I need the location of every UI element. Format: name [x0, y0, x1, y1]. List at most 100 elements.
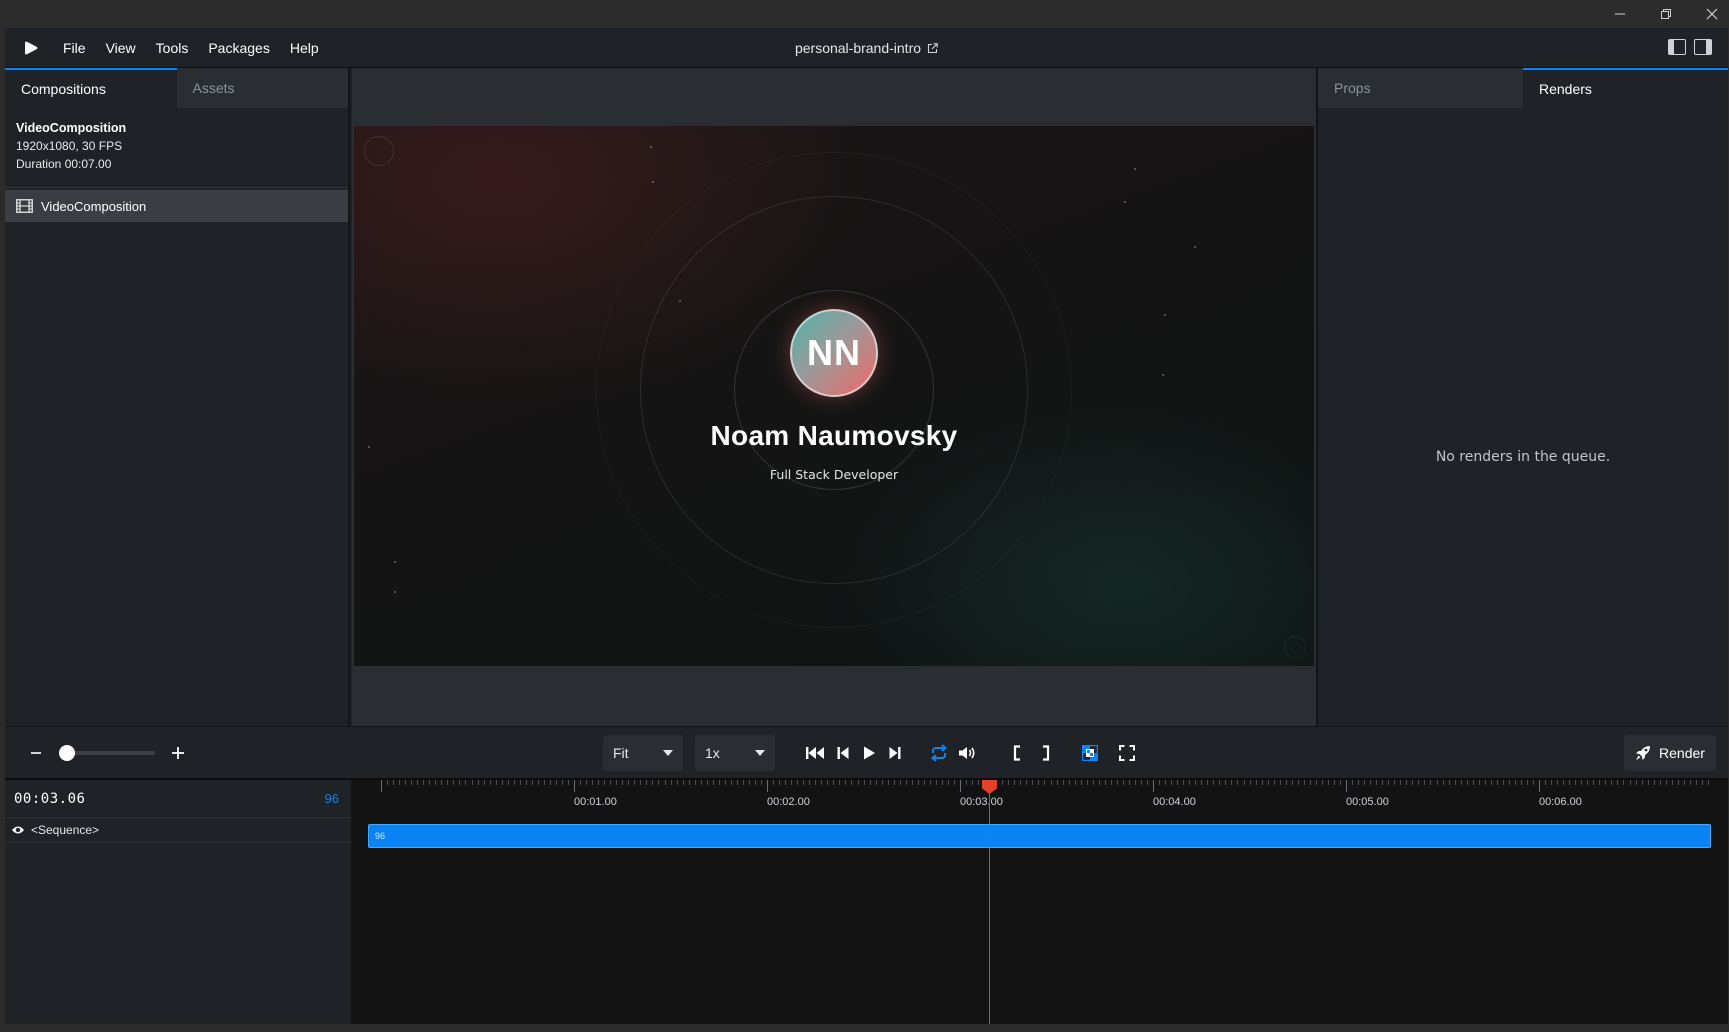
ruler-tick: [622, 780, 624, 785]
minimize-icon[interactable]: [1597, 0, 1643, 28]
jump-to-start-button[interactable]: [802, 741, 828, 765]
ruler-tick: [748, 780, 750, 785]
ruler-tick: [899, 780, 901, 785]
checkerboard-toggle-button[interactable]: [1077, 741, 1103, 765]
composition-list-item[interactable]: VideoComposition: [5, 190, 348, 222]
app-logo-icon[interactable]: [19, 36, 43, 60]
zoom-slider-handle[interactable]: [59, 745, 75, 761]
zoom-in-button[interactable]: [167, 742, 189, 764]
toggle-right-sidebar-icon[interactable]: [1694, 39, 1712, 55]
ruler-tick: [1189, 780, 1191, 785]
bracket-right-icon: [1043, 745, 1050, 761]
ruler-tick: [453, 780, 455, 785]
set-in-point-button[interactable]: [1004, 741, 1030, 765]
ruler-tick: [1472, 780, 1474, 785]
ruler-tick: [1291, 780, 1293, 785]
playhead-line[interactable]: [989, 780, 990, 1024]
ruler-tick: [1514, 780, 1516, 785]
zoom-slider[interactable]: [59, 745, 155, 761]
ruler-tick: [851, 780, 853, 785]
ruler-tick: [1315, 780, 1317, 785]
close-icon[interactable]: [1689, 0, 1729, 28]
ruler-tick: [405, 780, 407, 785]
video-canvas[interactable]: NN Noam Naumovsky Full Stack Developer: [354, 126, 1314, 666]
tab-props[interactable]: Props: [1318, 68, 1523, 108]
timeline-ruler[interactable]: 00:01.00 00:02.00 00:03.00 00:04.00 00:0…: [368, 780, 1718, 816]
ruler-tick: [1707, 780, 1709, 785]
restore-icon[interactable]: [1643, 0, 1689, 28]
ruler-tick: [1490, 780, 1492, 785]
menu-packages[interactable]: Packages: [198, 28, 279, 68]
preview-area: NN Noam Naumovsky Full Stack Developer: [352, 68, 1316, 726]
star-dot: [394, 561, 396, 563]
fullscreen-button[interactable]: [1114, 741, 1140, 765]
ruler-tick: [839, 780, 841, 785]
tab-compositions[interactable]: Compositions: [5, 68, 177, 108]
ruler-tick: [911, 780, 913, 785]
previous-frame-button[interactable]: [830, 741, 856, 765]
menu-file[interactable]: File: [53, 28, 96, 68]
ruler-tick: [1207, 780, 1209, 785]
toggle-left-sidebar-icon[interactable]: [1668, 39, 1686, 55]
ruler-tick: [1382, 780, 1384, 785]
menu-help[interactable]: Help: [280, 28, 329, 68]
speed-select[interactable]: 1x: [695, 735, 775, 771]
zoom-out-button[interactable]: [25, 742, 47, 764]
menu-view[interactable]: View: [96, 28, 146, 68]
render-button-label: Render: [1659, 745, 1705, 761]
sequence-track-bar[interactable]: 96: [368, 824, 1711, 848]
mute-toggle-button[interactable]: [955, 741, 981, 765]
frame-counter: 96: [324, 791, 339, 806]
ruler-tick: [1466, 780, 1468, 785]
render-button[interactable]: Render: [1624, 735, 1716, 771]
ruler-tick: [574, 780, 575, 792]
next-frame-button[interactable]: [882, 741, 908, 765]
ruler-tick: [1243, 780, 1245, 785]
ruler-tick: [767, 780, 768, 792]
ruler-tick: [477, 780, 479, 785]
hero-role: Full Stack Developer: [769, 467, 899, 482]
star-dot: [1134, 168, 1136, 170]
size-select[interactable]: Fit: [603, 735, 683, 771]
ruler-tick: [586, 780, 588, 785]
tab-assets[interactable]: Assets: [176, 68, 348, 108]
composition-info-resolution: 1920x1080, 30 FPS: [16, 139, 123, 153]
ruler-tick: [754, 780, 756, 785]
ruler-tick: [1068, 780, 1070, 785]
timecode[interactable]: 00:03.06: [14, 791, 85, 807]
tab-renders[interactable]: Renders: [1523, 68, 1728, 108]
ruler-tick: [513, 780, 515, 785]
ruler-tick: [1460, 780, 1462, 785]
ruler-tick: [387, 780, 388, 785]
ruler-tick: [875, 780, 877, 785]
ruler-tick: [1526, 780, 1528, 785]
external-link-icon[interactable]: [927, 42, 938, 54]
right-panel: Props Renders No renders in the queue.: [1316, 68, 1728, 726]
project-title[interactable]: personal-brand-intro: [795, 40, 921, 56]
menu-tools[interactable]: Tools: [146, 28, 199, 68]
ruler-tick: [580, 780, 581, 785]
track-header[interactable]: <Sequence>: [5, 818, 351, 843]
renders-empty-message: No renders in the queue.: [1435, 449, 1611, 465]
ruler-tick: [803, 780, 805, 785]
loop-toggle-button[interactable]: [926, 741, 952, 765]
ruler-tick: [1171, 780, 1173, 785]
ruler-tick: [1352, 780, 1353, 785]
ruler-tick: [531, 780, 533, 785]
eye-icon[interactable]: [11, 825, 25, 835]
ruler-tick: [960, 780, 961, 792]
ruler-tick: [1153, 780, 1154, 792]
set-out-point-button[interactable]: [1033, 741, 1059, 765]
ruler-tick: [1002, 780, 1004, 785]
star-dot: [650, 146, 652, 148]
ruler-tick: [549, 780, 551, 785]
ruler-tick: [1605, 780, 1607, 785]
ruler-tick: [682, 780, 684, 785]
ruler-tick: [905, 780, 907, 785]
ruler-tick: [917, 780, 919, 785]
bracket-left-icon: [1013, 745, 1020, 761]
play-button[interactable]: [856, 741, 882, 765]
ruler-tick: [742, 780, 744, 785]
timeline-zoom: [25, 741, 189, 765]
left-panel: Compositions Assets VideoComposition 192…: [5, 68, 350, 726]
